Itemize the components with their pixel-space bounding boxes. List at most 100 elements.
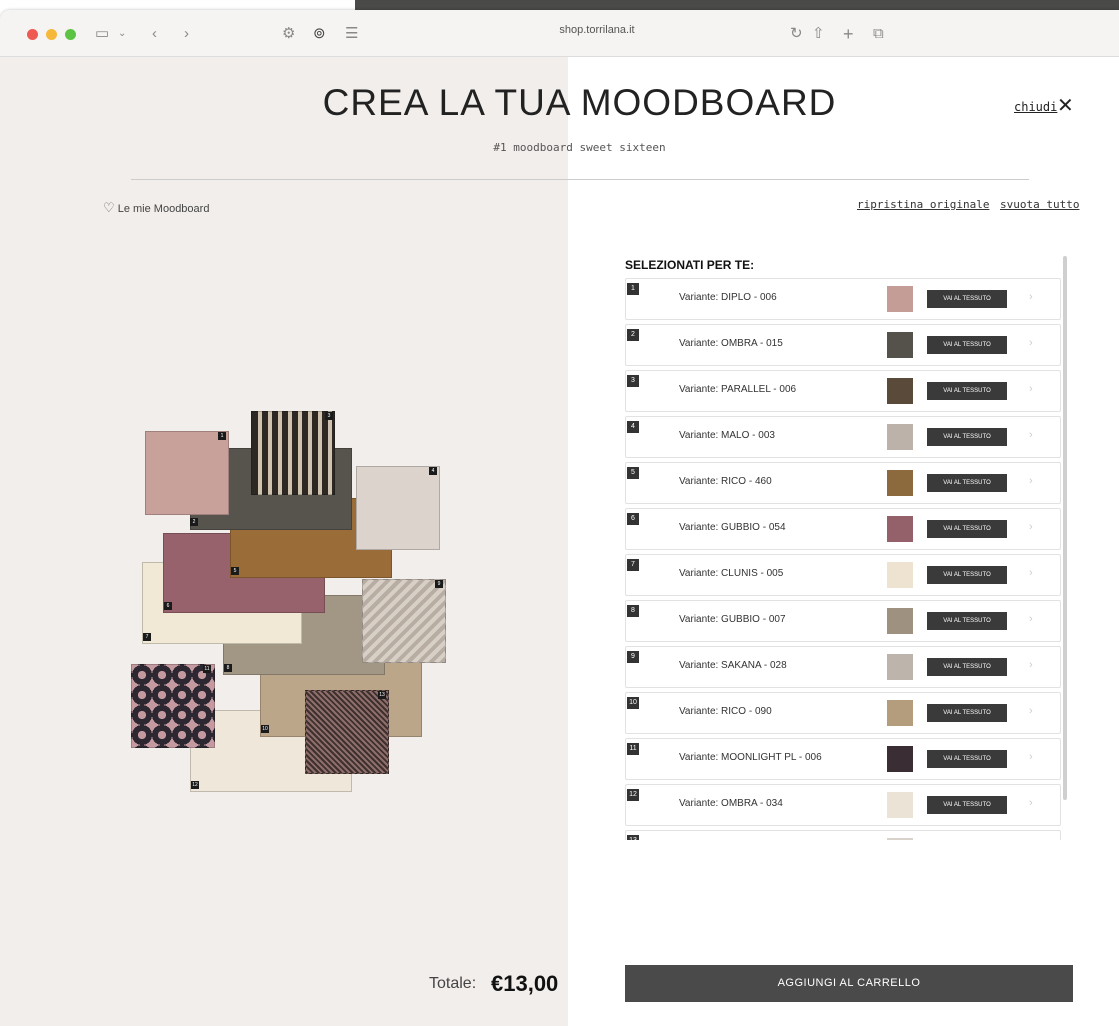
board-number-8: 8 <box>224 664 232 672</box>
forward-icon[interactable]: › <box>184 24 189 44</box>
item-number: 12 <box>627 789 639 801</box>
my-moodboards-label: Le mie Moodboard <box>117 203 210 215</box>
list-item[interactable]: 3 Variante: PARALLEL - 006 VAI AL TESSUTO › <box>625 370 1061 412</box>
chevron-right-icon[interactable]: › <box>1029 429 1033 441</box>
item-swatch <box>887 654 913 680</box>
list-item[interactable]: 9 Variante: SAKANA - 028 VAI AL TESSUTO › <box>625 646 1061 688</box>
scrollbar[interactable] <box>1063 256 1067 800</box>
reader-icon[interactable]: ☰ <box>345 24 358 44</box>
list-item[interactable]: 7 Variante: CLUNIS - 005 VAI AL TESSUTO › <box>625 554 1061 596</box>
page-title: CREA LA TUA MOODBOARD <box>322 82 837 123</box>
item-label: Variante: OMBRA - 015 <box>679 338 783 349</box>
list-item[interactable]: 10 Variante: RICO - 090 VAI AL TESSUTO › <box>625 692 1061 734</box>
item-label: Variante: OMBRA - 034 <box>679 798 783 809</box>
chevron-right-icon[interactable]: › <box>1029 567 1033 579</box>
item-number: 11 <box>627 743 639 755</box>
board-number-11: 11 <box>203 665 211 673</box>
item-number: 4 <box>627 421 639 433</box>
chevron-right-icon[interactable]: › <box>1029 613 1033 625</box>
list-item[interactable]: 1 Variante: DIPLO - 006 VAI AL TESSUTO › <box>625 278 1061 320</box>
item-swatch <box>887 792 913 818</box>
list-item[interactable]: 12 Variante: OMBRA - 034 VAI AL TESSUTO › <box>625 784 1061 826</box>
swatch-3[interactable] <box>251 411 335 495</box>
page-subtitle: #1 moodboard sweet sixteen <box>493 141 666 154</box>
minimize-window-button[interactable] <box>46 29 57 40</box>
close-window-button[interactable] <box>27 29 38 40</box>
new-tab-icon[interactable]: + <box>843 24 854 44</box>
go-to-fabric-button[interactable]: VAI AL TESSUTO <box>927 796 1007 814</box>
item-swatch <box>887 332 913 358</box>
chevron-right-icon[interactable]: › <box>1029 475 1033 487</box>
chevron-right-icon[interactable]: › <box>1029 659 1033 671</box>
back-icon[interactable]: ‹ <box>152 24 157 44</box>
item-number: 6 <box>627 513 639 525</box>
reload-icon[interactable]: ↻ <box>790 24 803 44</box>
my-moodboards-link[interactable]: ♡ Le mie Moodboard <box>103 200 209 216</box>
chevron-right-icon[interactable]: › <box>1029 291 1033 303</box>
list-item[interactable]: 13VAI AL TESSUTO› <box>625 830 1061 840</box>
pinterest-icon[interactable]: ⊚ <box>313 24 326 44</box>
chevron-right-icon[interactable]: › <box>1029 521 1033 533</box>
list-item[interactable]: 4 Variante: MALO - 003 VAI AL TESSUTO › <box>625 416 1061 458</box>
browser-toolbar: ▭ ⌄ ‹ › ⚙ ⊚ ☰ shop.torrilana.it ↻ ⇧ + ⧉ <box>0 10 1119 57</box>
swatch-1[interactable] <box>145 431 229 515</box>
item-number: 1 <box>627 283 639 295</box>
address-bar[interactable]: shop.torrilana.it <box>372 21 822 45</box>
go-to-fabric-button[interactable]: VAI AL TESSUTO <box>927 750 1007 768</box>
chevron-right-icon[interactable]: › <box>1029 751 1033 763</box>
go-to-fabric-button[interactable]: VAI AL TESSUTO <box>927 428 1007 446</box>
go-to-fabric-button[interactable]: VAI AL TESSUTO <box>927 474 1007 492</box>
item-label: Variante: SAKANA - 028 <box>679 660 787 671</box>
item-number: 9 <box>627 651 639 663</box>
add-to-cart-button[interactable]: AGGIUNGI AL CARRELLO <box>625 965 1073 1002</box>
chevron-right-icon[interactable]: › <box>1029 337 1033 349</box>
chevron-right-icon[interactable]: › <box>1029 797 1033 809</box>
restore-original-link[interactable]: ripristina originale <box>857 198 989 211</box>
item-number: 8 <box>627 605 639 617</box>
list-item[interactable]: 5 Variante: RICO - 460 VAI AL TESSUTO › <box>625 462 1061 504</box>
list-item[interactable]: 6 Variante: GUBBIO - 054 VAI AL TESSUTO › <box>625 508 1061 550</box>
maximize-window-button[interactable] <box>65 29 76 40</box>
settings-icon[interactable]: ⚙ <box>282 24 295 44</box>
item-swatch <box>887 516 913 542</box>
sidebar-icon[interactable]: ▭ <box>95 24 109 44</box>
url-text: shop.torrilana.it <box>559 24 635 36</box>
item-swatch <box>887 608 913 634</box>
board-number-7: 7 <box>143 633 151 641</box>
item-label: Variante: RICO - 460 <box>679 476 772 487</box>
board-number-10: 10 <box>261 725 269 733</box>
swatch-9[interactable] <box>362 579 446 663</box>
go-to-fabric-button[interactable]: VAI AL TESSUTO <box>927 520 1007 538</box>
item-number: 13 <box>627 835 639 840</box>
go-to-fabric-button[interactable]: VAI AL TESSUTO <box>927 566 1007 584</box>
chevron-right-icon[interactable]: › <box>1029 705 1033 717</box>
clear-all-link[interactable]: svuota tutto <box>1000 198 1079 211</box>
list-item[interactable]: 2 Variante: OMBRA - 015 VAI AL TESSUTO › <box>625 324 1061 366</box>
close-icon[interactable]: ✕ <box>1057 93 1074 118</box>
board-number-5: 5 <box>231 567 239 575</box>
go-to-fabric-button[interactable]: VAI AL TESSUTO <box>927 382 1007 400</box>
list-item[interactable]: 8 Variante: GUBBIO - 007 VAI AL TESSUTO › <box>625 600 1061 642</box>
total-value: €13,00 <box>491 971 559 996</box>
chevron-down-icon[interactable]: ⌄ <box>118 24 126 44</box>
share-icon[interactable]: ⇧ <box>812 24 825 44</box>
swatch-4[interactable] <box>356 466 440 550</box>
swatch-13[interactable] <box>305 690 389 774</box>
close-link[interactable]: chiudi <box>1014 100 1057 114</box>
item-label: Variante: RICO - 090 <box>679 706 772 717</box>
go-to-fabric-button[interactable]: VAI AL TESSUTO <box>927 336 1007 354</box>
item-label: Variante: PARALLEL - 006 <box>679 384 797 395</box>
go-to-fabric-button[interactable]: VAI AL TESSUTO <box>927 612 1007 630</box>
go-to-fabric-button[interactable]: VAI AL TESSUTO <box>927 658 1007 676</box>
item-number: 10 <box>627 697 639 709</box>
go-to-fabric-button[interactable]: VAI AL TESSUTO <box>927 704 1007 722</box>
board-number-12: 12 <box>191 781 199 789</box>
item-number: 3 <box>627 375 639 387</box>
item-label: Variante: MOONLIGHT PL - 006 <box>679 752 822 763</box>
chevron-right-icon[interactable]: › <box>1029 383 1033 395</box>
go-to-fabric-button[interactable]: VAI AL TESSUTO <box>927 290 1007 308</box>
swatch-11[interactable] <box>131 664 215 748</box>
list-item[interactable]: 11 Variante: MOONLIGHT PL - 006 VAI AL TES… <box>625 738 1061 780</box>
header-divider <box>131 179 1029 180</box>
tabs-icon[interactable]: ⧉ <box>873 24 884 44</box>
